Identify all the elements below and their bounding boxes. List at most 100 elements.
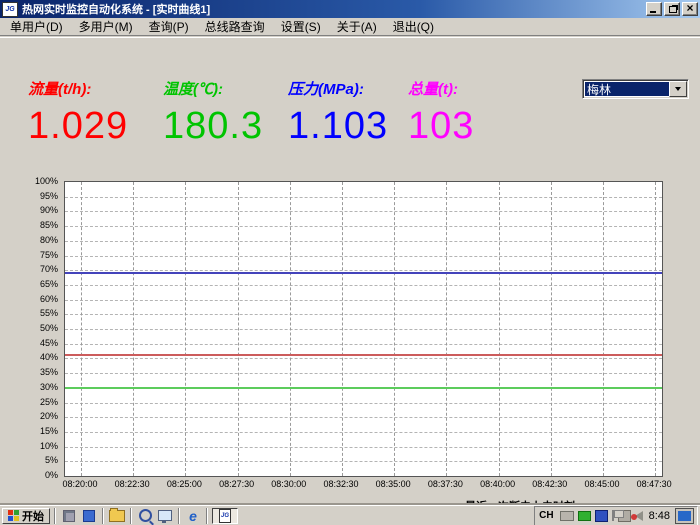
- gridline-horizontal: [65, 432, 662, 433]
- gridline-vertical: [655, 182, 656, 476]
- taskbar-separator: [178, 508, 180, 524]
- x-axis-tick-label: 08:25:00: [156, 479, 212, 489]
- gridline-vertical: [290, 182, 291, 476]
- menu-item[interactable]: 多用户(M): [71, 17, 141, 36]
- y-axis-tick-label: 20%: [20, 411, 58, 421]
- taskbar-separator: [102, 508, 104, 524]
- y-axis-tick-label: 85%: [20, 220, 58, 230]
- trend-line-流量(t/h): [65, 354, 662, 356]
- menu-item[interactable]: 查询(P): [141, 17, 197, 36]
- language-indicator[interactable]: CH: [539, 510, 553, 521]
- y-axis-tick-label: 50%: [20, 323, 58, 333]
- readout-value: 180.3: [163, 105, 263, 148]
- gridline-horizontal: [65, 329, 662, 330]
- menu-item[interactable]: 退出(Q): [385, 17, 442, 36]
- taskbar: 开始 CH 8:48: [0, 505, 700, 525]
- desktop-icon: [158, 510, 172, 521]
- gridline-vertical: [238, 182, 239, 476]
- blue-app-icon: [83, 510, 95, 522]
- keyboard-tray-icon[interactable]: [560, 511, 574, 521]
- gridline-horizontal: [65, 285, 662, 286]
- x-axis-tick-label: 08:32:30: [313, 479, 369, 489]
- gridline-vertical: [603, 182, 604, 476]
- readout-label: 温度(℃):: [163, 78, 263, 99]
- x-axis-tick-label: 08:35:00: [365, 479, 421, 489]
- folder-shortcut[interactable]: [108, 508, 126, 524]
- search-shortcut[interactable]: [136, 508, 154, 524]
- readout-value: 103: [408, 105, 474, 148]
- gridline-horizontal: [65, 358, 662, 359]
- y-axis-tick-label: 90%: [20, 205, 58, 215]
- volume-muted-icon[interactable]: [635, 511, 643, 521]
- gridline-horizontal: [65, 226, 662, 227]
- gridline-vertical: [394, 182, 395, 476]
- active-task-button[interactable]: [212, 508, 238, 524]
- gridline-horizontal: [65, 417, 662, 418]
- start-label: 开始: [22, 508, 44, 524]
- x-axis-tick-label: 08:47:30: [626, 479, 682, 489]
- readout-value: 1.103: [288, 105, 388, 148]
- chevron-down-icon: [675, 87, 681, 91]
- y-axis-tick-label: 25%: [20, 397, 58, 407]
- program-shortcut-icon[interactable]: [60, 508, 78, 524]
- y-axis-tick-label: 70%: [20, 264, 58, 274]
- readout-label: 总量(t):: [408, 78, 474, 99]
- display-tray-icon[interactable]: [676, 509, 693, 523]
- system-tray: CH 8:48: [534, 506, 698, 525]
- x-axis-tick-label: 08:22:30: [104, 479, 160, 489]
- title-bar: 热网实时监控自动化系统 - [实时曲线1]: [0, 0, 700, 18]
- x-axis-tick-label: 08:40:00: [470, 479, 526, 489]
- gridline-horizontal: [65, 197, 662, 198]
- gridline-vertical: [446, 182, 447, 476]
- gridline-horizontal: [65, 300, 662, 301]
- readout-column: 总量(t): 103: [408, 78, 474, 148]
- station-select-value: 梅林: [585, 82, 670, 96]
- restore-button[interactable]: [664, 2, 680, 16]
- y-axis-tick-label: 100%: [20, 176, 58, 186]
- gridline-vertical: [342, 182, 343, 476]
- start-button[interactable]: 开始: [2, 508, 50, 524]
- flag-tray-icon[interactable]: [612, 510, 614, 521]
- gridline-horizontal: [65, 241, 662, 242]
- station-select[interactable]: 梅林: [582, 79, 689, 99]
- menu-item[interactable]: 单用户(D): [2, 17, 71, 36]
- menu-item[interactable]: 关于(A): [329, 17, 385, 36]
- readout-label: 流量(t/h):: [28, 78, 128, 99]
- x-axis-tick-label: 08:45:00: [574, 479, 630, 489]
- dropdown-button[interactable]: [669, 81, 687, 97]
- restore-icon: [669, 6, 677, 13]
- app-tray-icon[interactable]: [595, 510, 608, 522]
- show-desktop-shortcut[interactable]: [156, 508, 174, 524]
- readout-label: 压力(MPa):: [288, 78, 388, 99]
- app-task-icon: [219, 509, 231, 523]
- gridline-horizontal: [65, 211, 662, 212]
- y-axis-tick-label: 10%: [20, 441, 58, 451]
- x-axis-tick-label: 08:42:30: [522, 479, 578, 489]
- y-axis-tick-label: 95%: [20, 191, 58, 201]
- minimize-button[interactable]: [646, 2, 662, 16]
- gridline-vertical: [185, 182, 186, 476]
- gridline-horizontal: [65, 344, 662, 345]
- gridline-vertical: [133, 182, 134, 476]
- gridline-vertical: [551, 182, 552, 476]
- x-axis-tick-label: 08:27:30: [209, 479, 265, 489]
- trend-line-温度(℃): [65, 387, 662, 389]
- menu-item[interactable]: 总线路查询: [197, 17, 273, 36]
- taskbar-separator: [130, 508, 132, 524]
- gridline-horizontal: [65, 461, 662, 462]
- y-axis-tick-label: 55%: [20, 308, 58, 318]
- windows-logo-icon: [8, 510, 19, 521]
- taskbar-separator: [54, 508, 56, 524]
- trend-chart-plot: [64, 181, 663, 477]
- readout-column: 流量(t/h):1.029: [28, 78, 128, 148]
- app-shortcut-icon[interactable]: [80, 508, 98, 524]
- internet-explorer-shortcut[interactable]: [184, 508, 202, 524]
- network-tray-icon[interactable]: [578, 511, 591, 521]
- menu-bar: 单用户(D)多用户(M)查询(P)总线路查询设置(S)关于(A)退出(Q): [0, 18, 700, 36]
- readout-column: 温度(℃): 180.3: [163, 78, 263, 148]
- y-axis-tick-label: 5%: [20, 455, 58, 465]
- taskbar-clock[interactable]: 8:48: [647, 510, 672, 522]
- close-button[interactable]: [682, 2, 698, 16]
- menu-item[interactable]: 设置(S): [273, 17, 329, 36]
- gridline-vertical: [81, 182, 82, 476]
